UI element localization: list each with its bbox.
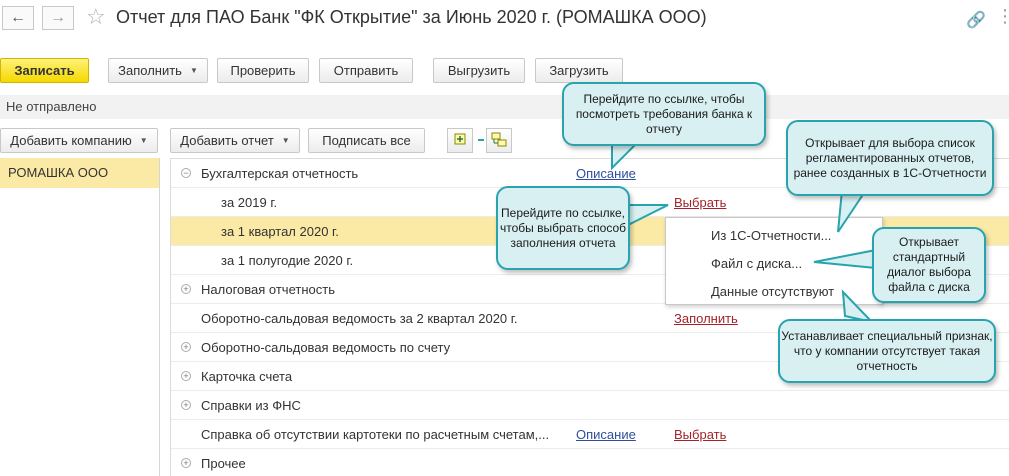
callout-text: Перейдите по ссылке, чтобы выбрать спосо… [499, 205, 626, 250]
pointer-choose [627, 204, 669, 227]
pointer-from-file [813, 248, 877, 270]
callout-text: Перейдите по ссылке, чтобы посмотреть тр… [575, 91, 753, 136]
pointer-no-data [841, 289, 876, 324]
callout-from-1c: Открывает для выбора список регламентиро… [786, 120, 994, 196]
callout-description: Перейдите по ссылке, чтобы посмотреть тр… [562, 82, 766, 146]
pointer-from-1c [837, 189, 868, 233]
callout-from-file: Открывает стандартный диалог выбора файл… [872, 227, 986, 303]
callout-text: Открывает для выбора список регламентиро… [793, 135, 987, 180]
callout-no-data: Устанавливает специальный признак, что у… [778, 319, 996, 383]
callout-text: Устанавливает специальный признак, что у… [781, 328, 993, 373]
callout-choose: Перейдите по ссылке, чтобы выбрать спосо… [496, 186, 630, 270]
callout-text: Открывает стандартный диалог выбора файл… [887, 235, 971, 294]
